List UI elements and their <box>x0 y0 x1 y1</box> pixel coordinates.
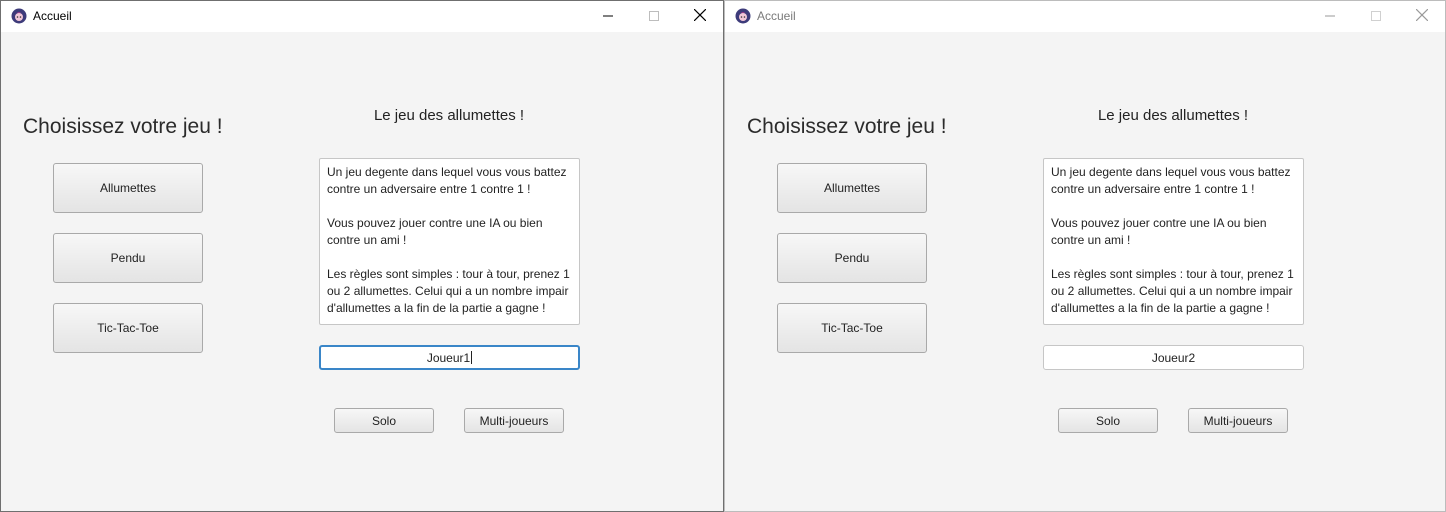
title-bar[interactable]: Accueil <box>725 1 1445 32</box>
allumettes-button[interactable]: Allumettes <box>53 163 203 213</box>
game-description[interactable]: Un jeu degente dans lequel vous vous bat… <box>319 158 580 325</box>
player-name-value: Joueur2 <box>1151 350 1196 365</box>
multiplayer-button[interactable]: Multi-joueurs <box>464 408 564 433</box>
solo-button[interactable]: Solo <box>334 408 434 433</box>
game-title: Le jeu des allumettes ! <box>1097 107 1249 124</box>
page-heading: Choisissez votre jeu ! <box>747 115 947 138</box>
minimize-button[interactable] <box>1307 1 1353 32</box>
allumettes-button[interactable]: Allumettes <box>777 163 927 213</box>
game-launcher-window-2: Accueil Choisissez votre jeu ! Allumette… <box>724 0 1446 512</box>
tic-tac-toe-button[interactable]: Tic-Tac-Toe <box>53 303 203 353</box>
minimize-button[interactable] <box>585 1 631 32</box>
player-name-input[interactable]: Joueur2 <box>1043 345 1304 370</box>
app-logo-icon <box>735 8 751 24</box>
maximize-button[interactable] <box>631 1 677 32</box>
game-title: Le jeu des allumettes ! <box>373 107 525 124</box>
game-launcher-window-1: Accueil Choisissez votre jeu ! Allumette… <box>0 0 724 512</box>
window-title: Accueil <box>757 9 796 23</box>
app-logo-icon <box>11 8 27 24</box>
close-button[interactable] <box>677 1 723 32</box>
maximize-button[interactable] <box>1353 1 1399 32</box>
maximize-icon <box>1371 8 1381 26</box>
minimize-icon <box>603 8 613 26</box>
multiplayer-button[interactable]: Multi-joueurs <box>1188 408 1288 433</box>
player-name-value: Joueur1 <box>426 350 471 365</box>
minimize-icon <box>1325 8 1335 26</box>
tic-tac-toe-button[interactable]: Tic-Tac-Toe <box>777 303 927 353</box>
text-cursor <box>471 351 473 364</box>
close-icon <box>1415 8 1429 26</box>
maximize-icon <box>649 8 659 26</box>
player-name-input[interactable]: Joueur1 <box>319 345 580 370</box>
close-button[interactable] <box>1399 1 1445 32</box>
game-description[interactable]: Un jeu degente dans lequel vous vous bat… <box>1043 158 1304 325</box>
window-title: Accueil <box>33 9 72 23</box>
solo-button[interactable]: Solo <box>1058 408 1158 433</box>
title-bar[interactable]: Accueil <box>1 1 723 32</box>
page-heading: Choisissez votre jeu ! <box>23 115 223 138</box>
pendu-button[interactable]: Pendu <box>777 233 927 283</box>
pendu-button[interactable]: Pendu <box>53 233 203 283</box>
close-icon <box>693 8 707 26</box>
